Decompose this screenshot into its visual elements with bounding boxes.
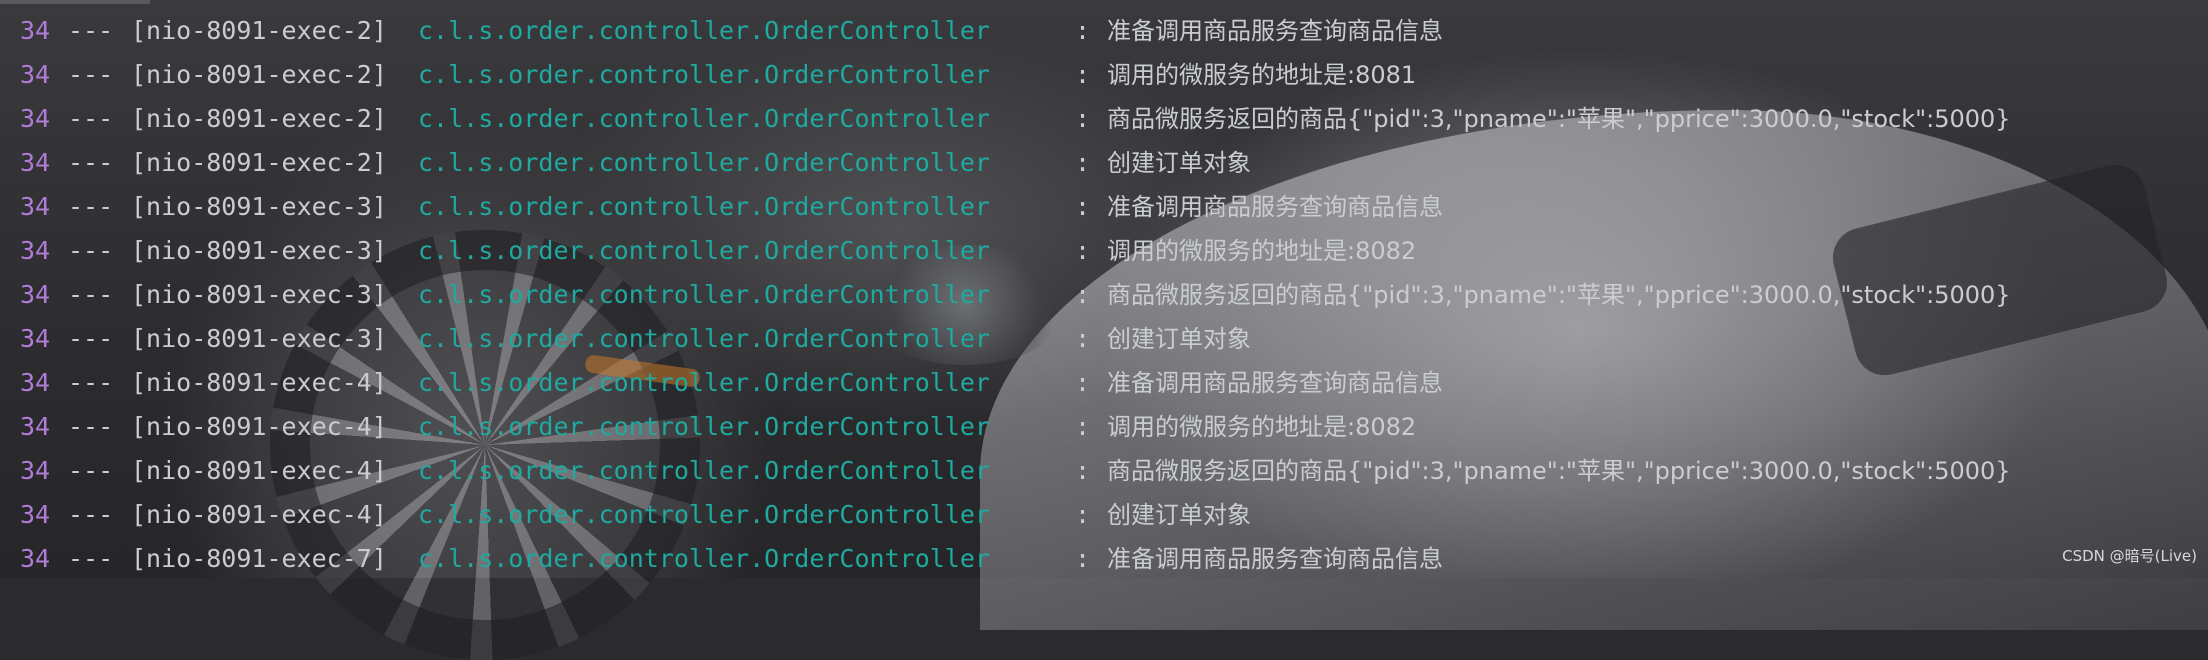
log-separator: ---	[68, 456, 114, 485]
log-thread: [nio-8091-exec-4]	[131, 368, 387, 397]
log-logger-name[interactable]: c.l.s.order.controller.OrderController	[418, 273, 990, 317]
log-line[interactable]: 34 --- [nio-8091-exec-3] c.l.s.order.contro…	[0, 185, 2208, 229]
log-thread: [nio-8091-exec-4]	[131, 412, 387, 441]
log-logger-name[interactable]: c.l.s.order.controller.OrderController	[418, 53, 990, 97]
log-pid: 34	[20, 544, 51, 573]
log-thread: [nio-8091-exec-2]	[131, 16, 387, 45]
log-colon: :	[1075, 236, 1091, 265]
log-pid: 34	[20, 148, 51, 177]
log-line[interactable]: 34 --- [nio-8091-exec-3] c.l.s.order.contro…	[0, 317, 2208, 361]
log-colon: :	[1075, 456, 1091, 485]
log-separator: ---	[68, 104, 114, 133]
log-line[interactable]: 34 --- [nio-8091-exec-2] c.l.s.order.contro…	[0, 53, 2208, 97]
log-separator: ---	[68, 280, 114, 309]
log-pid: 34	[20, 500, 51, 529]
log-line[interactable]: 34 --- [nio-8091-exec-2] c.l.s.order.contro…	[0, 141, 2208, 185]
log-thread: [nio-8091-exec-4]	[131, 500, 387, 529]
log-separator: ---	[68, 368, 114, 397]
log-thread: [nio-8091-exec-3]	[131, 280, 387, 309]
console-log-output[interactable]: 34 --- [nio-8091-exec-2] c.l.s.order.contro…	[0, 9, 2208, 581]
log-separator: ---	[68, 412, 114, 441]
log-logger-name[interactable]: c.l.s.order.controller.OrderController	[418, 449, 990, 493]
watermark-text: CSDN @暗号(Live)	[2062, 547, 2197, 565]
log-colon: :	[1075, 412, 1091, 441]
log-logger-name[interactable]: c.l.s.order.controller.OrderController	[418, 317, 990, 361]
log-separator: ---	[68, 544, 114, 573]
log-pid: 34	[20, 280, 51, 309]
log-colon: :	[1075, 104, 1091, 133]
log-thread: [nio-8091-exec-2]	[131, 60, 387, 89]
log-message: 调用的微服务的地址是:8081	[1107, 61, 1417, 89]
log-separator: ---	[68, 192, 114, 221]
log-message: 调用的微服务的地址是:8082	[1107, 413, 1417, 441]
log-message: 准备调用商品服务查询商品信息	[1107, 545, 1443, 573]
log-message: 商品微服务返回的商品{"pid":3,"pname":"苹果","pprice"…	[1107, 105, 2011, 133]
log-colon: :	[1075, 324, 1091, 353]
log-logger-name[interactable]: c.l.s.order.controller.OrderController	[418, 537, 990, 581]
log-pid: 34	[20, 60, 51, 89]
log-message: 商品微服务返回的商品{"pid":3,"pname":"苹果","pprice"…	[1107, 457, 2011, 485]
log-colon: :	[1075, 280, 1091, 309]
log-message: 创建订单对象	[1107, 501, 1251, 529]
log-separator: ---	[68, 236, 114, 265]
log-logger-name[interactable]: c.l.s.order.controller.OrderController	[418, 141, 990, 185]
log-thread: [nio-8091-exec-7]	[131, 544, 387, 573]
log-colon: :	[1075, 368, 1091, 397]
log-thread: [nio-8091-exec-2]	[131, 104, 387, 133]
log-message: 准备调用商品服务查询商品信息	[1107, 369, 1443, 397]
log-thread: [nio-8091-exec-2]	[131, 148, 387, 177]
log-logger-name[interactable]: c.l.s.order.controller.OrderController	[418, 185, 990, 229]
log-line[interactable]: 34 --- [nio-8091-exec-3] c.l.s.order.contro…	[0, 229, 2208, 273]
log-logger-name[interactable]: c.l.s.order.controller.OrderController	[418, 97, 990, 141]
log-colon: :	[1075, 148, 1091, 177]
log-line[interactable]: 34 --- [nio-8091-exec-3] c.l.s.order.contro…	[0, 273, 2208, 317]
log-logger-name[interactable]: c.l.s.order.controller.OrderController	[418, 361, 990, 405]
log-message: 准备调用商品服务查询商品信息	[1107, 193, 1443, 221]
log-line[interactable]: 34 --- [nio-8091-exec-4] c.l.s.order.contro…	[0, 493, 2208, 537]
log-pid: 34	[20, 368, 51, 397]
log-separator: ---	[68, 324, 114, 353]
log-line[interactable]: 34 --- [nio-8091-exec-4] c.l.s.order.contro…	[0, 405, 2208, 449]
log-logger-name[interactable]: c.l.s.order.controller.OrderController	[418, 405, 990, 449]
log-colon: :	[1075, 500, 1091, 529]
log-line[interactable]: 34 --- [nio-8091-exec-4] c.l.s.order.contro…	[0, 449, 2208, 493]
log-separator: ---	[68, 16, 114, 45]
log-message: 准备调用商品服务查询商品信息	[1107, 17, 1443, 45]
log-message: 创建订单对象	[1107, 149, 1251, 177]
log-thread: [nio-8091-exec-3]	[131, 324, 387, 353]
log-colon: :	[1075, 60, 1091, 89]
log-colon: :	[1075, 16, 1091, 45]
log-pid: 34	[20, 104, 51, 133]
log-pid: 34	[20, 456, 51, 485]
log-separator: ---	[68, 148, 114, 177]
log-line[interactable]: 34 --- [nio-8091-exec-2] c.l.s.order.contro…	[0, 97, 2208, 141]
log-pid: 34	[20, 192, 51, 221]
log-line[interactable]: 34 --- [nio-8091-exec-7] c.l.s.order.contro…	[0, 537, 2208, 581]
log-logger-name[interactable]: c.l.s.order.controller.OrderController	[418, 229, 990, 273]
log-thread: [nio-8091-exec-4]	[131, 456, 387, 485]
log-pid: 34	[20, 236, 51, 265]
log-message: 调用的微服务的地址是:8082	[1107, 237, 1417, 265]
scroll-indicator	[0, 0, 150, 4]
log-colon: :	[1075, 544, 1091, 573]
log-message: 创建订单对象	[1107, 325, 1251, 353]
log-message: 商品微服务返回的商品{"pid":3,"pname":"苹果","pprice"…	[1107, 281, 2011, 309]
log-logger-name[interactable]: c.l.s.order.controller.OrderController	[418, 9, 990, 53]
log-separator: ---	[68, 500, 114, 529]
log-line[interactable]: 34 --- [nio-8091-exec-2] c.l.s.order.contro…	[0, 9, 2208, 53]
log-pid: 34	[20, 16, 51, 45]
log-line[interactable]: 34 --- [nio-8091-exec-4] c.l.s.order.contro…	[0, 361, 2208, 405]
log-separator: ---	[68, 60, 114, 89]
log-colon: :	[1075, 192, 1091, 221]
log-thread: [nio-8091-exec-3]	[131, 192, 387, 221]
log-pid: 34	[20, 324, 51, 353]
log-pid: 34	[20, 412, 51, 441]
log-thread: [nio-8091-exec-3]	[131, 236, 387, 265]
log-logger-name[interactable]: c.l.s.order.controller.OrderController	[418, 493, 990, 537]
